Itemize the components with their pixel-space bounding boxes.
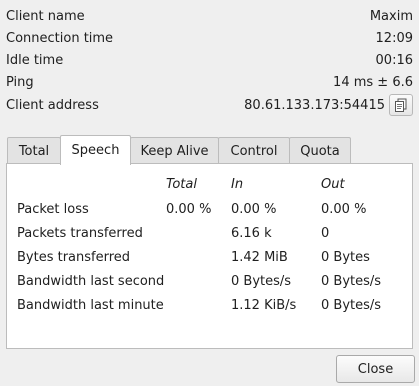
client-address-label: Client address (6, 97, 99, 113)
row-label-packet-loss: Packet loss (17, 202, 89, 217)
client-address-row: Client address 80.61.133.173:54415 (6, 94, 413, 116)
bytes-transferred-in: 1.42 MiB (231, 250, 288, 265)
column-header-total: Total (166, 177, 197, 192)
tab-control[interactable]: Control (218, 137, 290, 164)
packet-loss-total: 0.00 % (166, 202, 212, 217)
client-name-row: Client name Maxim (6, 6, 413, 26)
column-header-in: In (231, 177, 244, 192)
tab-control-label: Control (230, 143, 278, 159)
idle-time-value: 00:16 (375, 52, 413, 68)
row-label-bandwidth-last-second: Bandwidth last second (17, 274, 165, 289)
client-address-group: 80.61.133.173:54415 (244, 94, 413, 116)
connection-time-label: Connection time (6, 30, 114, 46)
tab-bar: Total Speech Keep Alive Control Quota (7, 135, 351, 165)
bandwidth-last-minute-out: 0 Bytes/s (321, 298, 382, 313)
ping-row: Ping 14 ms ± 6.6 (6, 72, 413, 92)
tab-total-label: Total (18, 143, 50, 159)
tab-speech[interactable]: Speech (60, 135, 131, 165)
copy-address-button[interactable] (389, 94, 413, 116)
column-header-out: Out (321, 177, 345, 192)
close-button[interactable]: Close (336, 355, 415, 383)
idle-time-label: Idle time (6, 52, 64, 68)
packets-transferred-out: 0 (321, 226, 330, 241)
tab-keep-alive[interactable]: Keep Alive (130, 137, 219, 164)
tab-keep-alive-label: Keep Alive (140, 143, 209, 159)
connection-time-row: Connection time 12:09 (6, 28, 413, 48)
row-label-bandwidth-last-minute: Bandwidth last minute (17, 298, 164, 313)
packet-loss-out: 0.00 % (321, 202, 367, 217)
tab-speech-label: Speech (71, 143, 120, 158)
ping-value: 14 ms ± 6.6 (333, 74, 413, 90)
bandwidth-last-minute-in: 1.12 KiB/s (231, 298, 297, 313)
close-button-label: Close (357, 361, 394, 377)
bandwidth-last-second-in: 0 Bytes/s (231, 274, 292, 289)
ping-label: Ping (6, 74, 34, 90)
row-label-packets-transferred: Packets transferred (17, 226, 143, 241)
client-name-label: Client name (6, 8, 85, 24)
tab-quota-label: Quota (300, 143, 340, 159)
client-name-value: Maxim (369, 8, 413, 24)
bandwidth-last-second-out: 0 Bytes/s (321, 274, 382, 289)
tab-quota[interactable]: Quota (289, 137, 351, 164)
packets-transferred-in: 6.16 k (231, 226, 272, 241)
speech-stats-panel: Total In Out Packet loss 0.00 % 0.00 % 0… (6, 163, 413, 349)
row-label-bytes-transferred: Bytes transferred (17, 250, 131, 265)
bytes-transferred-out: 0 Bytes (321, 250, 370, 265)
copy-icon (395, 98, 407, 112)
packet-loss-in: 0.00 % (231, 202, 277, 217)
tab-total[interactable]: Total (7, 137, 61, 164)
connection-time-value: 12:09 (375, 30, 413, 46)
client-address-value: 80.61.133.173:54415 (244, 97, 385, 113)
idle-time-row: Idle time 00:16 (6, 50, 413, 70)
